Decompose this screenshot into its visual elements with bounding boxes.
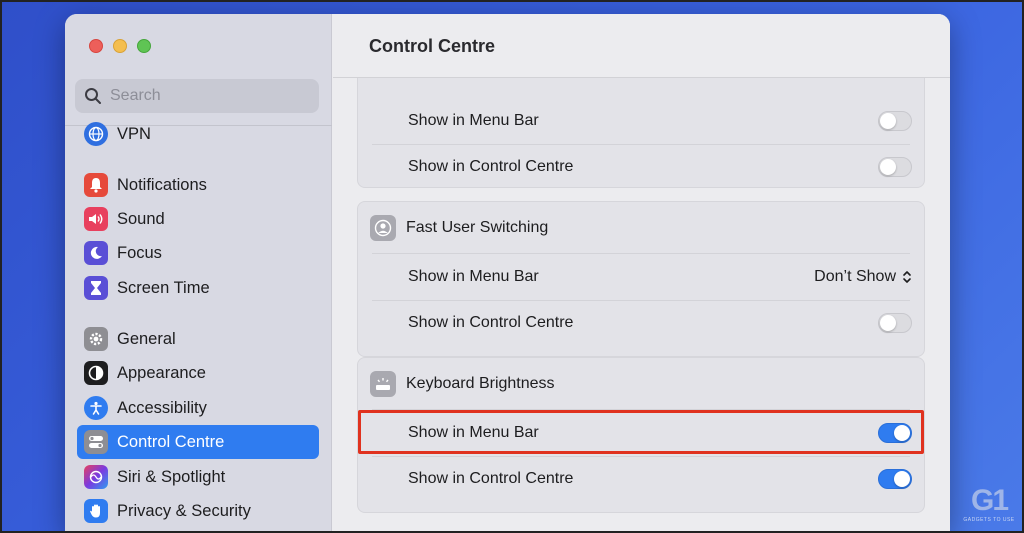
show-in-menu-bar-toggle[interactable] [878,111,912,131]
sidebar-item-label: General [117,329,176,348]
settings-row: Show in Menu Bar [358,98,924,144]
settings-row: Show in Control Centre [358,456,924,502]
section-header: Fast User Switching [358,205,924,251]
bell-icon [84,173,108,197]
sidebar: VPN Notifications Sound Focus Screen Tim [65,14,332,533]
control-centre-icon [84,430,108,454]
siri-icon [84,465,108,489]
sidebar-item-general[interactable]: General [77,322,319,356]
section-header: Keyboard Brightness [358,361,924,407]
sidebar-item-label: Sound [117,209,165,228]
close-window-button[interactable] [89,39,103,53]
settings-row: Show in Menu Bar [358,410,924,456]
moon-icon [84,241,108,265]
watermark-logo: G1 GADGETS TO USE [960,479,1018,529]
search-field[interactable] [75,79,319,113]
sidebar-item-notifications[interactable]: Notifications [77,168,319,202]
main-header: Control Centre [333,14,950,78]
globe-icon [84,122,108,146]
sidebar-item-label: Appearance [117,363,206,382]
settings-row: Show in Control Centre [358,144,924,190]
appearance-icon [84,361,108,385]
sidebar-item-label: Accessibility [117,398,207,417]
section-title: Fast User Switching [406,219,549,236]
sidebar-item-label: Notifications [117,175,207,194]
sidebar-item-vpn[interactable]: VPN [77,117,319,151]
settings-row: Show in Menu Bar Don’t Show [358,254,924,300]
row-label: Show in Menu Bar [408,112,539,129]
row-label: Show in Control Centre [408,470,574,487]
search-icon [85,88,101,104]
zoom-window-button[interactable] [137,39,151,53]
row-label: Show in Menu Bar [408,424,539,441]
row-label: Show in Menu Bar [408,268,539,285]
watermark-mark: G1 [970,484,1009,517]
page-title: Control Centre [369,36,495,56]
show-in-menu-bar-toggle[interactable] [878,423,912,443]
sidebar-item-label: Screen Time [117,278,210,297]
window-controls [89,39,151,53]
sidebar-item-appearance[interactable]: Appearance [77,356,319,390]
sidebar-item-siri-spotlight[interactable]: Siri & Spotlight [77,460,319,494]
row-label: Show in Control Centre [408,158,574,175]
settings-window: VPN Notifications Sound Focus Screen Tim [65,14,950,533]
show-in-control-centre-toggle[interactable] [878,313,912,333]
watermark-text: GADGETS TO USE [963,517,1015,523]
row-label: Show in Control Centre [408,314,574,331]
sidebar-item-privacy-security[interactable]: Privacy & Security [77,494,319,528]
minimize-window-button[interactable] [113,39,127,53]
sidebar-item-label: Focus [117,243,162,262]
section-title: Keyboard Brightness [406,375,555,392]
hand-icon [84,499,108,523]
gear-icon [84,327,108,351]
accessibility-icon [84,396,108,420]
hourglass-icon [84,276,108,300]
speaker-icon [84,207,108,231]
select-value: Don’t Show [814,268,896,285]
chevron-up-down-icon [903,271,911,283]
keyboard-brightness-icon [370,371,396,397]
search-input[interactable] [110,87,300,105]
main-panel: Control Centre Show in Menu Bar Show in … [333,14,950,533]
show-in-control-centre-toggle[interactable] [878,157,912,177]
sidebar-item-label: Privacy & Security [117,501,251,520]
section-keyboard-brightness: Keyboard Brightness Show in Menu Bar Sho… [357,357,925,513]
settings-row: Show in Control Centre [358,300,924,346]
sidebar-item-sound[interactable]: Sound [77,202,319,236]
section-fast-user-switching: Fast User Switching Show in Menu Bar Don… [357,201,925,357]
user-icon [370,215,396,241]
sidebar-item-accessibility[interactable]: Accessibility [77,391,319,425]
sidebar-item-focus[interactable]: Focus [77,236,319,270]
sidebar-item-screen-time[interactable]: Screen Time [77,271,319,305]
sidebar-item-label: Siri & Spotlight [117,467,226,486]
sidebar-item-label: Control Centre [117,432,225,451]
sidebar-item-control-centre[interactable]: Control Centre [77,425,319,459]
sidebar-item-label: VPN [117,124,151,143]
show-in-control-centre-toggle[interactable] [878,469,912,489]
show-in-menu-bar-select[interactable]: Don’t Show [814,268,912,286]
